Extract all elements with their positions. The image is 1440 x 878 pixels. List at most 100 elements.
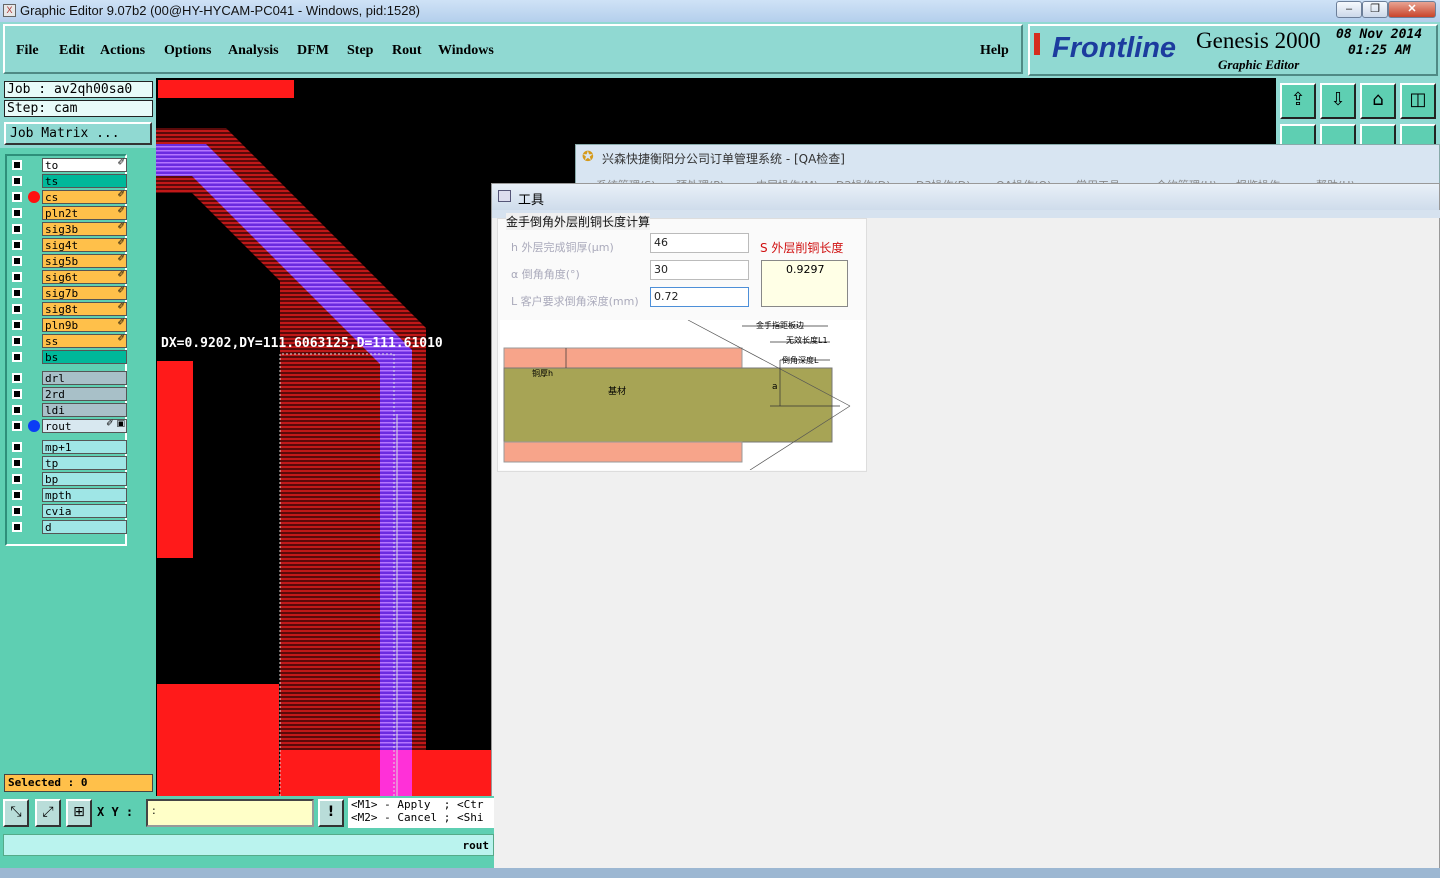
layer-checkbox[interactable] (12, 272, 22, 282)
layer-row-tp[interactable]: tp (9, 456, 127, 470)
layer-row-cs[interactable]: cs ✐ (9, 190, 127, 204)
layer-row-bs[interactable]: bs (9, 350, 127, 364)
layer-name[interactable]: tp (42, 456, 127, 470)
layer-checkbox[interactable] (12, 389, 22, 399)
grid-icon[interactable]: ⊞ (66, 799, 92, 827)
close-button[interactable]: ✕ (1388, 1, 1436, 18)
layer-name[interactable]: sig7b (42, 286, 127, 300)
layer-row-ss[interactable]: ss ✐ (9, 334, 127, 348)
layer-row-mp-1[interactable]: mp+1 (9, 440, 127, 454)
layer-checkbox[interactable] (12, 192, 22, 202)
menu-actions[interactable]: Actions (100, 43, 145, 59)
layer-name[interactable]: d (42, 520, 127, 534)
layer-checkbox[interactable] (12, 474, 22, 484)
job-matrix-button[interactable]: Job Matrix ... (4, 122, 152, 145)
menu-options[interactable]: Options (164, 43, 211, 59)
menu-edit[interactable]: Edit (59, 43, 85, 59)
layer-row-ts[interactable]: ts (9, 174, 127, 188)
layer-checkbox[interactable] (12, 320, 22, 330)
layer-name[interactable]: bp (42, 472, 127, 486)
layer-row-pln9b[interactable]: pln9b ✐ (9, 318, 127, 332)
layer-name[interactable]: sig8t (42, 302, 127, 316)
layer-checkbox[interactable] (12, 442, 22, 452)
layer-row-sig7b[interactable]: sig7b ✐ (9, 286, 127, 300)
layer-edit-icon: ✐ (117, 270, 125, 280)
layer-row-mpth[interactable]: mpth (9, 488, 127, 502)
layer-checkbox[interactable] (12, 336, 22, 346)
layer-row-sig6t[interactable]: sig6t ✐ (9, 270, 127, 284)
layer-name[interactable]: pln9b (42, 318, 127, 332)
layer-name[interactable]: ts (42, 174, 127, 188)
layer-checkbox[interactable] (12, 421, 22, 431)
graphic-canvas[interactable]: DX=0.9202,DY=111.6063125,D=111.61010 (156, 78, 494, 796)
layer-name[interactable]: 2rd (42, 387, 127, 401)
layer-checkbox[interactable] (12, 288, 22, 298)
layer-name[interactable]: sig3b (42, 222, 127, 236)
layer-name[interactable]: sig5b (42, 254, 127, 268)
layer-name[interactable]: cvia (42, 504, 127, 518)
layer-row-sig5b[interactable]: sig5b ✐ (9, 254, 127, 268)
layer-row-pln2t[interactable]: pln2t ✐ (9, 206, 127, 220)
layer-name[interactable]: sig4t (42, 238, 127, 252)
layer-name[interactable]: mp+1 (42, 440, 127, 454)
tool-window-title: 工具 (518, 192, 545, 207)
layer-row-sig4t[interactable]: sig4t ✐ (9, 238, 127, 252)
diag-label-l: 倒角深度L (782, 356, 819, 365)
layer-row-drl[interactable]: drl (9, 371, 127, 385)
layer-checkbox[interactable] (12, 490, 22, 500)
zoom-box-icon[interactable]: ⤢ (35, 799, 61, 827)
layer-checkbox[interactable] (12, 256, 22, 266)
layer-name[interactable]: ldi (42, 403, 127, 417)
pcb-drawing[interactable] (156, 78, 494, 796)
zoom-fit-icon[interactable]: ⤡ (3, 799, 29, 827)
layer-row-rout[interactable]: rout ✐ ▣ (9, 419, 127, 433)
layer-checkbox[interactable] (12, 405, 22, 415)
layer-edit-icon: ✐ (117, 158, 125, 168)
l-input[interactable]: 0.72 (650, 287, 749, 307)
home-icon[interactable]: ⌂ (1360, 83, 1396, 119)
layer-checkbox[interactable] (12, 304, 22, 314)
layer-checkbox[interactable] (12, 506, 22, 516)
menu-windows[interactable]: Windows (438, 43, 494, 59)
layer-checkbox[interactable] (12, 373, 22, 383)
layer-checkbox[interactable] (12, 522, 22, 532)
layer-name[interactable]: mpth (42, 488, 127, 502)
layer-checkbox[interactable] (12, 176, 22, 186)
menu-help[interactable]: Help (980, 43, 1009, 59)
menu-dfm[interactable]: DFM (297, 43, 329, 59)
layer-row-cvia[interactable]: cvia (9, 504, 127, 518)
layer-checkbox[interactable] (12, 352, 22, 362)
layer-checkbox[interactable] (12, 208, 22, 218)
menu-rout[interactable]: Rout (392, 43, 422, 59)
layer-name[interactable]: bs (42, 350, 127, 364)
window-layout-icon[interactable]: ◫ (1400, 83, 1436, 119)
layer-row-to[interactable]: to ✐ (9, 158, 127, 172)
alert-icon[interactable]: ! (318, 799, 344, 827)
layer-row-d[interactable]: d (9, 520, 127, 534)
layer-row-ldi[interactable]: ldi (9, 403, 127, 417)
layer-name[interactable]: sig6t (42, 270, 127, 284)
layer-checkbox[interactable] (12, 240, 22, 250)
layer-row-sig3b[interactable]: sig3b ✐ (9, 222, 127, 236)
layer-row-bp[interactable]: bp (9, 472, 127, 486)
menu-step[interactable]: Step (347, 43, 373, 59)
layer-name[interactable]: drl (42, 371, 127, 385)
xy-input[interactable]: : (146, 799, 314, 827)
layer-checkbox[interactable] (12, 224, 22, 234)
layer-checkbox[interactable] (12, 160, 22, 170)
layer-name[interactable]: ss (42, 334, 127, 348)
h-input[interactable]: 46 (650, 233, 749, 253)
alpha-input[interactable]: 30 (650, 260, 749, 280)
minimize-button[interactable]: ‒ (1336, 1, 1362, 18)
export-icon[interactable]: ⇪ (1280, 83, 1316, 119)
layer-row-2rd[interactable]: 2rd (9, 387, 127, 401)
layer-name[interactable]: cs (42, 190, 127, 204)
import-icon[interactable]: ⇩ (1320, 83, 1356, 119)
layer-row-sig8t[interactable]: sig8t ✐ (9, 302, 127, 316)
maximize-button[interactable]: ❐ (1362, 1, 1388, 18)
layer-name[interactable]: to (42, 158, 127, 172)
layer-name[interactable]: pln2t (42, 206, 127, 220)
menu-file[interactable]: File (16, 43, 39, 59)
layer-checkbox[interactable] (12, 458, 22, 468)
menu-analysis[interactable]: Analysis (228, 43, 279, 59)
